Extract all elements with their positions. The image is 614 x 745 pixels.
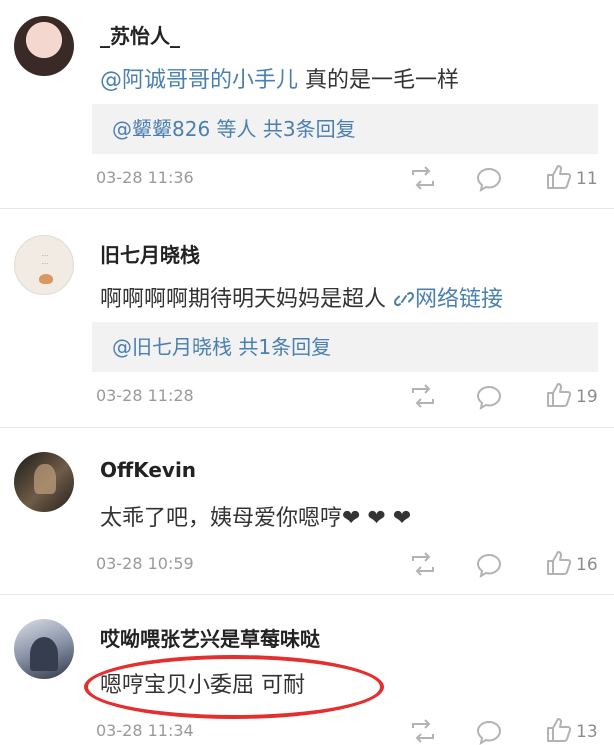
timestamp: 03-28 11:28 [96,386,194,405]
comment-item: OffKevin 太乖了吧，姨母爱你嗯哼❤ ❤ ❤ 03-28 10:59 16 [0,428,614,594]
comment-text: 太乖了吧，姨母爱你嗯哼❤ ❤ ❤ [100,506,412,531]
avatar[interactable] [14,452,74,512]
comment-bubble-icon[interactable] [476,384,502,410]
username[interactable]: 哎呦喂张艺兴是草莓味哒 [100,623,320,652]
avatar[interactable]: ··· ··· [14,235,74,295]
username[interactable]: _苏怡人_ [100,20,180,49]
timestamp: 03-28 11:34 [96,721,194,740]
comment-bubble-icon[interactable] [476,719,502,745]
thumbs-up-icon[interactable] [546,382,572,408]
comment-bubble-icon[interactable] [476,166,502,192]
like-count: 13 [576,722,598,742]
comment-item: ··· ··· 旧七月晓栈 啊啊啊啊期待明天妈妈是超人 网络链接 @旧七月晓栈 共… [0,209,614,427]
like-count: 11 [576,169,598,189]
thumbs-up-icon[interactable] [546,164,572,190]
comment-bubble-icon[interactable] [476,552,502,578]
thumbs-up-icon[interactable] [546,717,572,743]
timestamp: 03-28 10:59 [96,554,194,573]
comment-item: _苏怡人_ @阿诚哥哥的小手儿 真的是一毛一样 @颦颦826 等人 共3条回复 … [0,0,614,208]
repost-icon[interactable] [410,384,436,408]
repost-icon[interactable] [410,552,436,576]
reply-summary[interactable]: @颦颦826 等人 共3条回复 [92,104,598,154]
comment-text: @阿诚哥哥的小手儿 真的是一毛一样 [100,62,459,94]
avatar[interactable] [14,619,74,679]
user-mention[interactable]: @阿诚哥哥的小手儿 [100,68,298,93]
highlight-circle [84,655,384,719]
avatar[interactable] [14,16,74,76]
comment-body: 真的是一毛一样 [298,68,460,93]
repost-icon[interactable] [410,166,436,190]
thumbs-up-icon[interactable] [546,550,572,576]
web-link[interactable]: 网络链接 [393,287,503,312]
username[interactable]: 旧七月晓栈 [100,239,200,268]
like-count: 19 [576,387,598,407]
like-count: 16 [576,555,598,575]
repost-icon[interactable] [410,719,436,743]
comment-text: 啊啊啊啊期待明天妈妈是超人 网络链接 [100,281,503,313]
comment-body: 啊啊啊啊期待明天妈妈是超人 [100,287,393,312]
username[interactable]: OffKevin [100,458,196,482]
link-icon [393,288,415,307]
reply-summary[interactable]: @旧七月晓栈 共1条回复 [92,322,598,372]
timestamp: 03-28 11:36 [96,168,194,187]
